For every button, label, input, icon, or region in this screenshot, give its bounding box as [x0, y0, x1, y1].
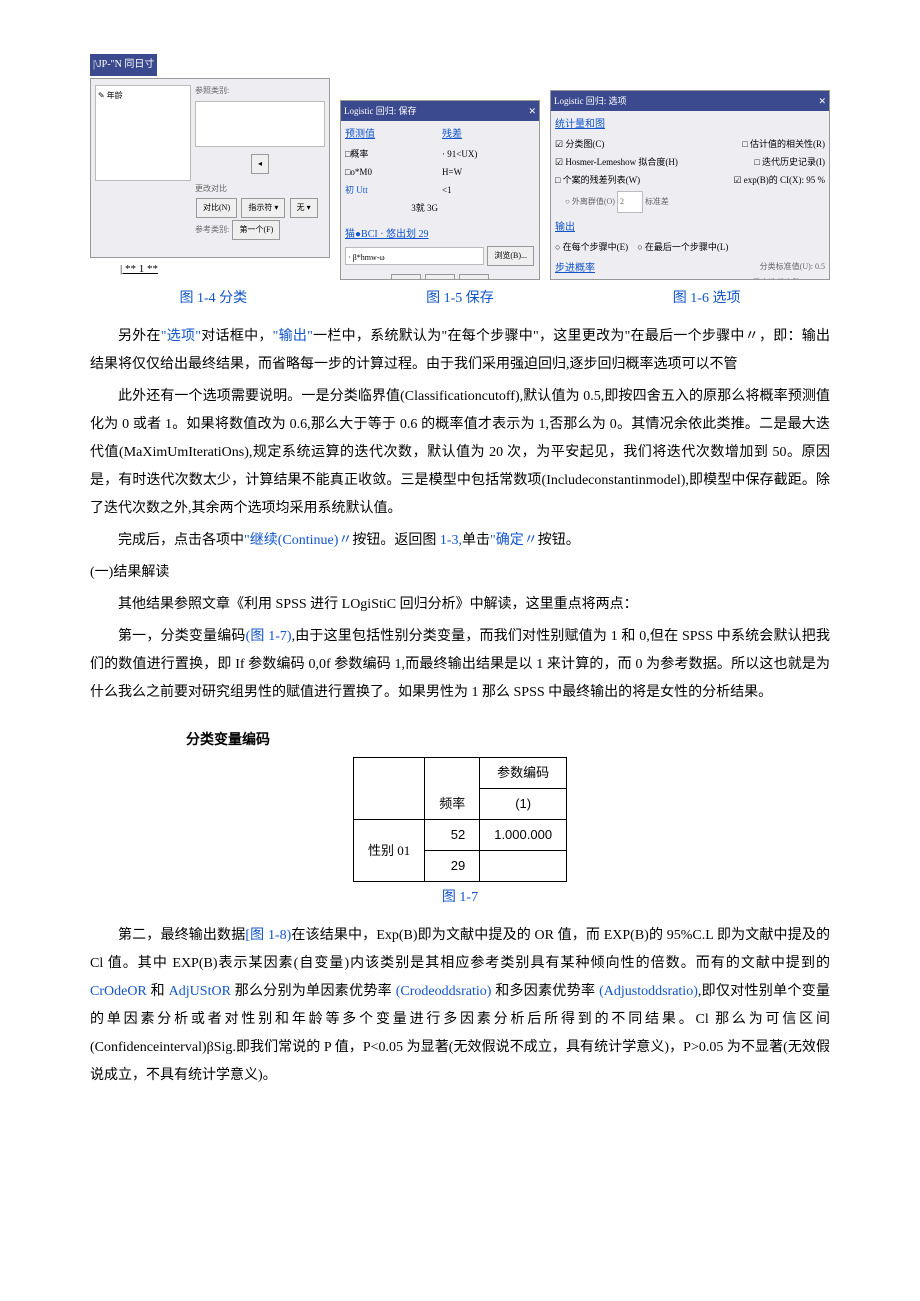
paragraph-ref: 其他结果参照文章《利用 SPSS 进行 LOgiStiC 回归分析》中解读，这里…	[90, 591, 830, 619]
mid-label: 猫●BCI · 悠出划 29	[345, 225, 535, 245]
table-title: 分类变量编码	[186, 725, 830, 753]
link-fig18: [图 1-8)	[245, 928, 291, 943]
caption-1-4: 图 1-4 分类	[179, 285, 247, 313]
change-contrast-label: 更改对比	[195, 181, 325, 197]
close-icon[interactable]: ✕	[528, 102, 536, 120]
group-step: 步进概率	[555, 259, 648, 279]
opt-none[interactable]: 无 ▾	[290, 198, 318, 218]
td-param2	[480, 851, 567, 882]
dialog1-titlebar: |\JP-"N 同日寸	[90, 54, 157, 76]
link-fig13: 1-3,	[436, 533, 462, 548]
td-param1: 1.000.000	[480, 820, 567, 851]
link-options: "选项"	[161, 329, 201, 344]
class-cutoff: 分类标准值(U): 0.5	[752, 259, 825, 275]
chk-prob[interactable]: □概率	[345, 145, 438, 163]
arrow-button[interactable]: ◂	[251, 154, 269, 174]
link-crodeor: CrOdeOR	[90, 984, 147, 999]
link-fig17: (图 1-7)	[246, 629, 292, 644]
dialog-options: Logistic 回归: 选项 ✕ 统计量和图 ☑ 分类图(C) □ 估计值的相关性…	[550, 90, 830, 280]
ra-last[interactable]: ○ 在最后一个步骤中(L)	[637, 242, 728, 252]
group-resid: 残差	[442, 125, 535, 145]
chk-m0[interactable]: □o*M0	[345, 163, 438, 181]
paragraph-continue: 完成后，点击各项中"继续(Continue)〃按钮。返回图 1-3,单击"确定〃…	[90, 527, 830, 555]
ref-cat-label: 参考类别:	[195, 225, 229, 234]
coding-table: 频率 参数编码 (1) 性别 01 52 1.000.000 29	[353, 757, 567, 882]
link-ok: "确定〃	[490, 533, 538, 548]
dialog2-title: Logistic 回归: 保存	[344, 102, 417, 120]
link-adjustor: AdjUStOR	[169, 984, 231, 999]
caption-1-7: 图 1-7	[90, 884, 830, 912]
link-output: "输出"	[273, 329, 313, 344]
section-heading-results: (一)结果解读	[90, 559, 830, 587]
max-iter: 最大迭代次数(M): 20	[752, 275, 825, 280]
opt-first[interactable]: 第一个(F)	[232, 220, 280, 240]
paragraph-first: 第一，分类变量编码(图 1-7),由于这里包括性别分类变量，而我们对性别赋值为 …	[90, 623, 830, 707]
td-freq1: 52	[425, 820, 480, 851]
chk-hosmer[interactable]: ☑ Hosmer-Lemeshow 拟合度(H)	[555, 153, 678, 171]
cancel-button[interactable]: 取消	[425, 274, 455, 280]
link-continue: "继续(Continue)〃	[244, 533, 352, 548]
th-param: 参数编码	[480, 758, 567, 789]
step-vals: 进入(N): 0.05 删除(V): 0.10	[555, 279, 648, 280]
close-icon[interactable]: ✕	[818, 92, 826, 110]
chk-lt1: <1	[442, 181, 535, 199]
link-adjodds: (Adjustoddsratio)	[599, 984, 698, 999]
paragraph-cutoff: 此外还有一个选项需要说明。一是分类临界值(Classificationcutof…	[90, 383, 830, 523]
chk-expb[interactable]: ☑ exp(B)的 CI(X): 95 %	[733, 171, 825, 189]
list-item: ✎ 年龄	[98, 91, 123, 100]
chk-iter[interactable]: □ 迭代历史记录(I)	[754, 153, 825, 171]
chk-classplot[interactable]: ☑ 分类图(C)	[555, 135, 604, 153]
dialog-save: Logistic 回归: 保存 ✕ 预测值 □概率 □o*M0 初 Utt 3就 …	[340, 100, 540, 280]
group-output: 输出	[555, 218, 825, 238]
th-freq: 频率	[425, 758, 480, 820]
dialog1-footer: | ** 1 **	[120, 258, 330, 280]
ra-outlier[interactable]: ○ 外离群值(O)	[565, 197, 615, 206]
paragraph-second: 第二，最终输出数据[图 1-8)在该结果中，Exp(B)即为文献中提及的 OR …	[90, 922, 830, 1090]
dialogs-row: |\JP-"N 同日寸 ✎ 年龄 参照类别: ◂ 更改对比 对比(N) 指示符 …	[90, 50, 830, 280]
ra-each[interactable]: ○ 在每个步骤中(E)	[555, 242, 628, 252]
caption-1-6: 图 1-6 选项	[673, 285, 741, 313]
chk-hw: H=W	[442, 163, 535, 181]
browse-button[interactable]: 浏览(B)...	[487, 246, 534, 266]
group-predict: 预测值	[345, 125, 438, 145]
chk-utt: 初 Utt	[345, 181, 438, 199]
caption-1-5: 图 1-5 保存	[426, 285, 494, 313]
td-rowlabel: 性别 01	[353, 820, 424, 882]
captions-row: 图 1-4 分类 图 1-5 保存 图 1-6 选项	[90, 285, 830, 313]
continue-button[interactable]: 继续	[391, 274, 421, 280]
link-crodeodds: (Crodeoddsratio)	[396, 984, 492, 999]
chk-corr[interactable]: □ 估计值的相关性(R)	[742, 135, 825, 153]
th-param-sub: (1)	[480, 789, 567, 820]
paragraph-options: 另外在"选项"对话框中，"输出"一栏中，系统默认为"在每个步骤中"，这里更改为"…	[90, 323, 830, 379]
txt-3g: 3就 3G	[345, 199, 438, 217]
td-freq2: 29	[425, 851, 480, 882]
help-button[interactable]: 帮助	[459, 274, 489, 280]
path-input[interactable]: · β*hmw-ω	[345, 247, 484, 265]
group-stats: 统计量和图	[555, 115, 825, 135]
chk-91ux[interactable]: · 91<UX)	[442, 145, 535, 163]
dialog-categorical: |\JP-"N 同日寸 ✎ 年龄 参照类别: ◂ 更改对比 对比(N) 指示符 …	[90, 50, 330, 280]
opt-indicator[interactable]: 指示符 ▾	[241, 198, 285, 218]
dialog3-title: Logistic 回归: 选项	[554, 92, 627, 110]
chk-resid[interactable]: □ 个案的残差列表(W)	[555, 171, 640, 189]
group-label: 参照类别:	[195, 83, 325, 99]
opt-contrast[interactable]: 对比(N)	[196, 198, 237, 218]
